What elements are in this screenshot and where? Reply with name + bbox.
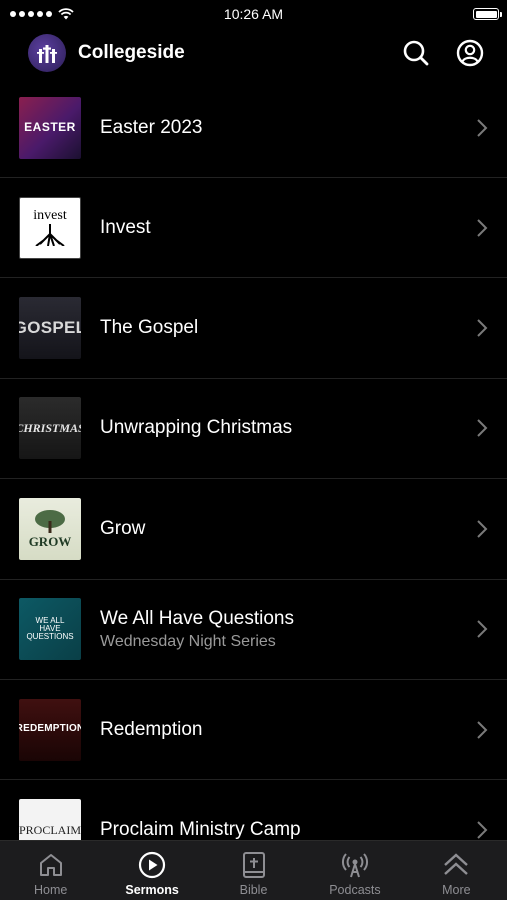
- chevron-right-icon: [475, 719, 489, 741]
- series-text: Easter 2023: [100, 117, 475, 139]
- chevron-right-icon: [475, 618, 489, 640]
- tab-label: Home: [34, 883, 68, 897]
- battery-icon: [473, 8, 502, 20]
- series-thumbnail: PROCLAIM: [19, 799, 81, 840]
- series-title: Unwrapping Christmas: [100, 417, 293, 439]
- series-text: Redemption: [100, 719, 475, 741]
- home-icon: [38, 849, 64, 881]
- series-text: Grow: [100, 518, 475, 540]
- series-title: Invest: [100, 216, 151, 238]
- series-title: Easter 2023: [100, 116, 203, 138]
- series-title: Grow: [100, 517, 146, 539]
- chevron-right-icon: [475, 819, 489, 840]
- series-thumbnail: GOSPEL: [19, 297, 81, 360]
- podcast-icon: [341, 849, 369, 881]
- tab-bar: Home Sermons Bible Podcasts More: [0, 840, 507, 900]
- series-title: The Gospel: [100, 317, 199, 339]
- bible-icon: [242, 849, 266, 881]
- series-subtitle: Wednesday Night Series: [100, 632, 276, 650]
- series-text: The Gospel: [100, 317, 475, 339]
- series-text: We All Have Questions Wednesday Night Se…: [100, 608, 475, 651]
- account-icon[interactable]: [453, 36, 487, 70]
- chevron-right-icon: [475, 317, 489, 339]
- series-row-the-gospel[interactable]: GOSPEL The Gospel: [0, 278, 507, 379]
- series-title: We All Have Questions: [100, 607, 294, 629]
- series-title: Redemption: [100, 718, 203, 740]
- tab-label: More: [442, 883, 471, 897]
- tree-roots-icon: [35, 224, 65, 247]
- series-row-grow[interactable]: GROW Grow: [0, 479, 507, 580]
- series-text: Proclaim Ministry Camp: [100, 819, 475, 840]
- tab-more[interactable]: More: [406, 841, 507, 900]
- series-text: Unwrapping Christmas: [100, 417, 475, 439]
- tab-bible[interactable]: Bible: [203, 841, 304, 900]
- status-left: [10, 8, 74, 20]
- church-logo-icon: [28, 34, 66, 72]
- series-row-proclaim-ministry-camp[interactable]: PROCLAIM Proclaim Ministry Camp: [0, 780, 507, 840]
- tab-label: Sermons: [125, 883, 179, 897]
- app-screen: 10:26 AM Collegeside EASTER Easter 2023 …: [0, 0, 507, 900]
- chevron-right-icon: [475, 117, 489, 139]
- series-title: Proclaim Ministry Camp: [100, 819, 301, 840]
- chevron-right-icon: [475, 417, 489, 439]
- tree-icon: [35, 510, 65, 534]
- series-row-unwrapping-christmas[interactable]: CHRISTMAS Unwrapping Christmas: [0, 379, 507, 480]
- series-row-invest[interactable]: invest Invest: [0, 178, 507, 279]
- tab-home[interactable]: Home: [0, 841, 101, 900]
- tab-sermons[interactable]: Sermons: [101, 841, 202, 900]
- search-icon[interactable]: [399, 36, 433, 70]
- series-thumbnail: REDEMPTION: [19, 698, 81, 761]
- status-time: 10:26 AM: [223, 6, 284, 22]
- series-row-we-all-have-questions[interactable]: WE ALL HAVE QUESTIONS We All Have Questi…: [0, 580, 507, 680]
- series-row-redemption[interactable]: REDEMPTION Redemption: [0, 680, 507, 781]
- series-thumbnail: invest: [19, 196, 81, 259]
- app-title: Collegeside: [78, 42, 185, 63]
- play-circle-icon: [138, 849, 166, 881]
- chevron-right-icon: [475, 217, 489, 239]
- series-thumbnail: GROW: [19, 497, 81, 560]
- tab-podcasts[interactable]: Podcasts: [304, 841, 405, 900]
- series-thumbnail: CHRISTMAS: [19, 397, 81, 460]
- series-text: Invest: [100, 217, 475, 239]
- status-bar: 10:26 AM: [0, 0, 507, 28]
- chevrons-up-icon: [442, 849, 470, 881]
- tab-label: Bible: [239, 883, 268, 897]
- series-list: EASTER Easter 2023 invest Invest GOSPE T…: [0, 78, 507, 840]
- series-row-easter-2023[interactable]: EASTER Easter 2023: [0, 78, 507, 178]
- app-header: Collegeside: [0, 28, 507, 78]
- signal-icon: [10, 11, 52, 17]
- tab-label: Podcasts: [329, 883, 381, 897]
- wifi-icon: [58, 8, 74, 20]
- chevron-right-icon: [475, 518, 489, 540]
- series-thumbnail: WE ALL HAVE QUESTIONS: [19, 598, 81, 661]
- series-thumbnail: EASTER: [19, 96, 81, 159]
